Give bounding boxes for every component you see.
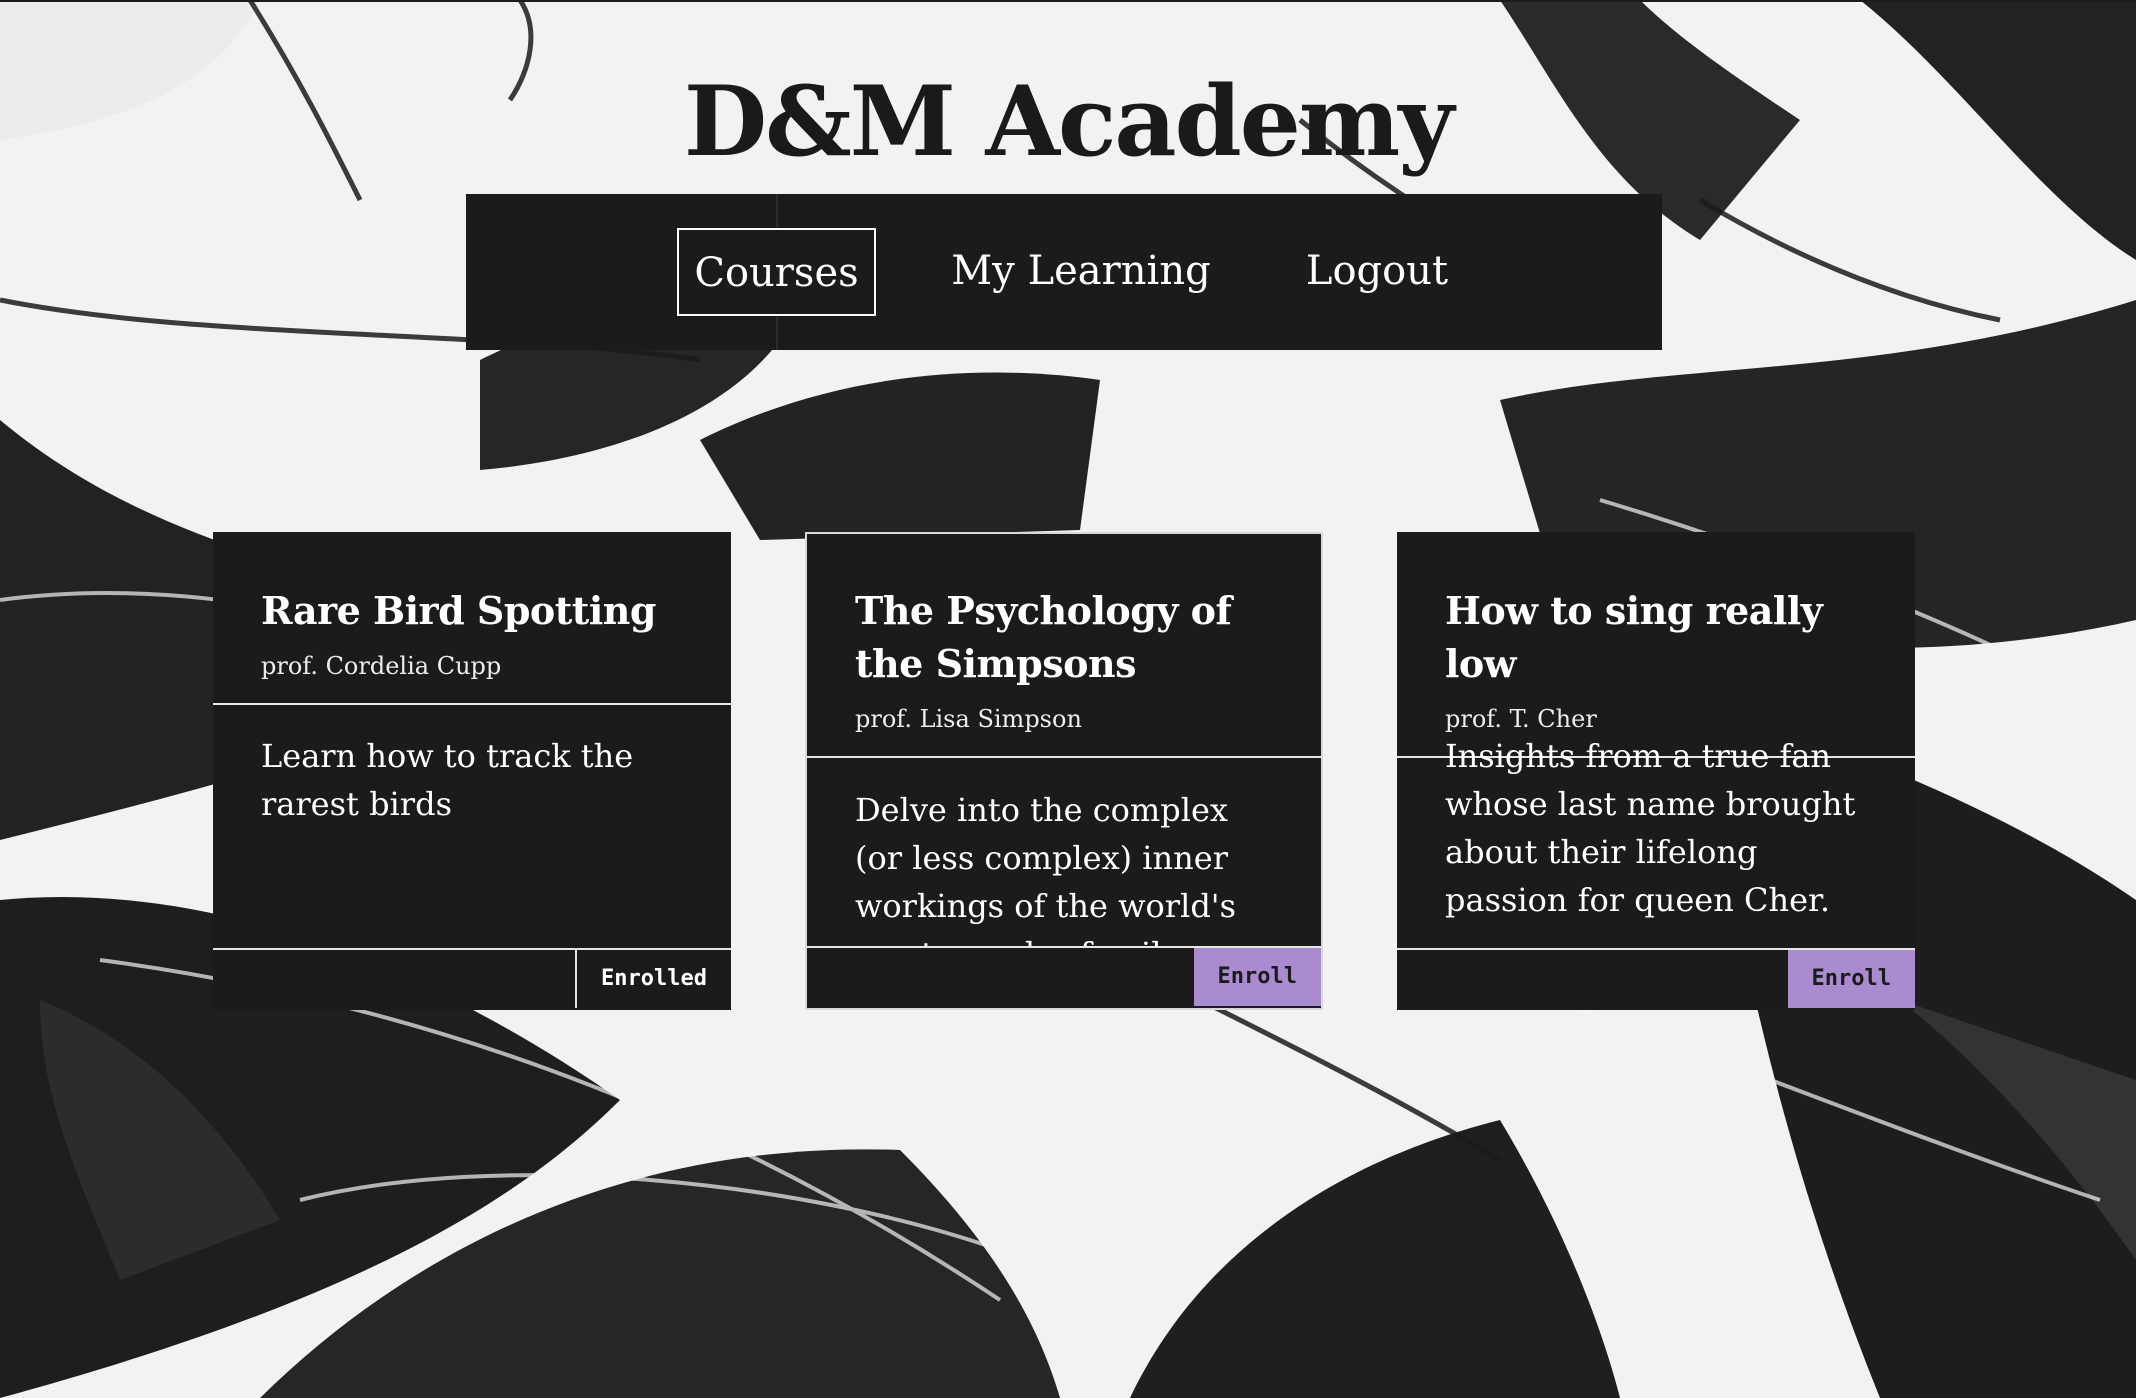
course-card: How to sing really low prof. T. Cher Ins… bbox=[1397, 532, 1915, 1010]
course-card-footer: Enrolled bbox=[213, 948, 731, 1010]
site-title: D&M Academy bbox=[683, 65, 1454, 178]
nav-logout[interactable]: Logout bbox=[1282, 228, 1472, 316]
main-nav: Courses My Learning Logout bbox=[466, 194, 1662, 350]
course-card-footer: Enroll bbox=[1397, 948, 1915, 1010]
course-card-footer: Enroll bbox=[807, 946, 1321, 1008]
course-description: Insights from a true fan whose last name… bbox=[1445, 737, 1856, 919]
top-border bbox=[0, 0, 2136, 2]
nav-courses[interactable]: Courses bbox=[677, 228, 876, 316]
course-description: Learn how to track the rarest birds bbox=[261, 737, 634, 823]
course-card-header: The Psychology of the Simpsons prof. Lis… bbox=[807, 534, 1321, 758]
course-professor: prof. T. Cher bbox=[1445, 705, 1597, 733]
course-title: The Psychology of the Simpsons bbox=[855, 588, 1232, 686]
course-card-body: How to sing really low prof. T. Cher Ins… bbox=[1397, 532, 1915, 950]
enroll-button[interactable]: Enroll bbox=[1193, 948, 1321, 1006]
course-title: Rare Bird Spotting bbox=[261, 588, 656, 633]
course-card: Rare Bird Spotting prof. Cordelia Cupp L… bbox=[213, 532, 731, 1010]
course-professor: prof. Cordelia Cupp bbox=[261, 652, 502, 680]
enroll-button[interactable]: Enroll bbox=[1787, 950, 1915, 1008]
course-card-body: The Psychology of the Simpsons prof. Lis… bbox=[807, 534, 1321, 948]
nav-my-learning[interactable]: My Learning bbox=[946, 228, 1216, 316]
enrolled-button[interactable]: Enrolled bbox=[575, 950, 731, 1008]
course-card-body: Rare Bird Spotting prof. Cordelia Cupp L… bbox=[213, 532, 731, 950]
course-card-header: How to sing really low prof. T. Cher bbox=[1397, 532, 1915, 758]
course-card-header: Rare Bird Spotting prof. Cordelia Cupp bbox=[213, 532, 731, 705]
course-title: How to sing really low bbox=[1445, 588, 1823, 686]
course-description: Delve into the complex (or less complex)… bbox=[855, 791, 1237, 948]
course-professor: prof. Lisa Simpson bbox=[855, 705, 1082, 733]
course-card: The Psychology of the Simpsons prof. Lis… bbox=[805, 532, 1323, 1010]
